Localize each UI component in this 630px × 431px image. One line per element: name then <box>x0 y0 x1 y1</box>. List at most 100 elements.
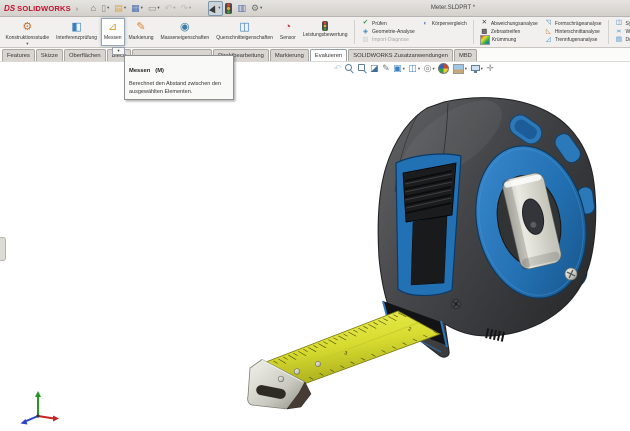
print-button[interactable]: ▭▾ <box>145 1 162 16</box>
zebrastreifen-icon: ▩ <box>480 29 489 36</box>
graphics-area[interactable] <box>0 62 630 431</box>
new-document-icon: ▯ <box>101 4 106 13</box>
ribbon-button-masseneigenschaften[interactable]: ◉Masseneigenschaften <box>157 18 213 46</box>
open-icon: ▤ <box>114 4 123 13</box>
ribbon-button-interferenzpruefung[interactable]: ◧Interferenzprüfung <box>53 18 101 46</box>
masseneigenschaften-label: Masseneigenschaften <box>161 35 210 41</box>
interferenzpruefung-icon: ◧ <box>71 21 81 34</box>
import-diagnose-icon: ▨ <box>361 37 370 44</box>
formschraegeanalyse-label: Formschrägeanalyse <box>555 21 602 27</box>
konstruktionsstudie-dropdown-arrow-icon[interactable]: ▾ <box>26 42 28 47</box>
hide-show-items-dropdown-arrow-icon[interactable]: ▾ <box>433 66 435 72</box>
leistungsbewertung-icon <box>322 21 328 31</box>
options-gear-button[interactable]: ⚙▾ <box>248 1 264 16</box>
view-orientation-button[interactable]: ▣▾ <box>393 64 405 73</box>
open-dropdown-arrow-icon[interactable]: ▾ <box>124 5 126 11</box>
ribbon-button-import-diagnose[interactable]: ▨Import-Diagnose <box>360 36 416 44</box>
file-properties-button[interactable]: ▥ <box>235 1 249 16</box>
redo-button[interactable]: ↷▾ <box>178 1 194 16</box>
ribbon-button-messen[interactable]: ⊿Messen <box>101 18 126 46</box>
ribbon-button-kruemmung[interactable]: Krümmung <box>479 36 539 45</box>
tab-solidworks-zusatzanwendungen[interactable]: SOLIDWORKS Zusatzanwendungen <box>348 49 453 61</box>
querschnitteigenschaften-label: Querschnitteigenschaften <box>216 35 273 41</box>
ribbon-button-markierung[interactable]: ✎Markierung <box>125 18 157 46</box>
previous-view-button[interactable]: ↶ <box>334 64 342 73</box>
tooltip-shortcut: (M) <box>155 68 164 74</box>
ribbon-button-hinterschnittanalyse[interactable]: ◺Hinterschnittanalyse <box>543 28 603 36</box>
ribbon-button-querschnitteigenschaften[interactable]: ◫Querschnitteigenschaften <box>213 18 277 46</box>
options-gear-dropdown-arrow-icon[interactable]: ▾ <box>260 5 262 11</box>
home-icon: ⌂ <box>91 4 96 13</box>
edit-appearance-button[interactable] <box>438 63 449 74</box>
symmetriepruefung-label: Symmetrieprüf <box>626 21 630 27</box>
apply-scene-dropdown-arrow-icon[interactable]: ▾ <box>465 66 467 72</box>
ribbon-button-sensor[interactable]: ◔Sensor <box>276 18 299 46</box>
section-view-button[interactable]: ◪ <box>370 64 379 73</box>
ribbon-button-leistungsbewertung[interactable]: Leistungsbewertung <box>299 18 351 46</box>
ribbon-button-symmetriepruefung[interactable]: ◫Symmetrieprüf <box>614 20 630 28</box>
home-button[interactable]: ⌂ <box>88 1 98 16</box>
display-style-button[interactable]: ◫▾ <box>408 64 420 73</box>
save-button[interactable]: ▦▾ <box>129 1 146 16</box>
tab-mbd-label: MBD <box>459 53 472 59</box>
open-button[interactable]: ▤▾ <box>112 1 129 16</box>
view-settings-icon <box>471 65 480 73</box>
tab-features[interactable]: Features <box>2 49 35 61</box>
symmetriepruefung-icon: ◫ <box>615 20 624 27</box>
import-diagnose-label: Import-Diagnose <box>372 37 409 43</box>
tab-evaluieren[interactable]: Evaluieren <box>310 49 347 61</box>
display-style-dropdown-arrow-icon[interactable]: ▾ <box>418 66 420 72</box>
tab-evaluieren-label: Evaluieren <box>315 53 342 59</box>
koerpervergleich-label: Körpervergleich <box>432 21 467 27</box>
ds-logo-mark: DS <box>4 4 15 13</box>
save-dropdown-arrow-icon[interactable]: ▾ <box>141 5 143 11</box>
view-orientation-dropdown-arrow-icon[interactable]: ▾ <box>403 66 405 72</box>
ribbon-button-koerpervergleich[interactable]: ◐Körpervergleich <box>420 20 468 29</box>
apply-scene-button[interactable]: ▾ <box>453 64 467 74</box>
undo-dropdown-arrow-icon[interactable]: ▾ <box>173 5 175 11</box>
redo-dropdown-arrow-icon[interactable]: ▾ <box>189 5 191 11</box>
ribbon-button-trennfugenanalyse[interactable]: ◿Trennfugenanalyse <box>543 36 603 44</box>
tab-mbd[interactable]: MBD <box>454 49 477 61</box>
abweichungsanalyse-label: Abweichungsanalyse <box>491 21 538 27</box>
pan-3d-icon: ✛ <box>486 64 494 73</box>
abweichungsanalyse-icon: ✕ <box>480 20 489 27</box>
zoom-to-area-icon <box>358 64 367 73</box>
rebuild-traffic-light-button[interactable] <box>223 1 235 16</box>
hide-show-items-button[interactable]: ◎▾ <box>424 64 435 73</box>
ribbon-button-konstruktionsstudie[interactable]: ⚙Konstruktionsstudie▾ <box>2 18 53 46</box>
new-document-dropdown-arrow-icon[interactable]: ▾ <box>107 5 109 11</box>
new-document-button[interactable]: ▯▾ <box>99 1 112 16</box>
tab-markierung[interactable]: Markierung <box>270 49 309 61</box>
solidworks-logo[interactable]: DS SOLIDWORKS › <box>4 4 78 13</box>
zoom-to-area-button[interactable] <box>358 64 367 73</box>
ribbon-button-abweichungsanalyse[interactable]: ✕Abweichungsanalyse <box>479 20 539 28</box>
undo-icon: ↶ <box>165 4 173 13</box>
solidworks-window: { "window": { "title": "Meter.SLDPRT *" … <box>0 0 630 431</box>
pan-3d-button[interactable]: ✛ <box>486 64 494 73</box>
messen-dropdown-expander[interactable]: ▾ <box>112 47 125 55</box>
select-cursor-button[interactable]: ▶▾ <box>208 1 223 16</box>
dynamic-annotation-views-button[interactable]: ✎ <box>382 64 390 73</box>
tab-oberflaechen[interactable]: Oberflächen <box>64 49 106 61</box>
koerpervergleich-icon: ◐ <box>421 21 430 28</box>
tab-skizze[interactable]: Skizze <box>36 49 63 61</box>
ribbon-button-pruefen[interactable]: ✔Prüfen <box>360 20 416 28</box>
undo-button[interactable]: ↶▾ <box>162 1 178 16</box>
view-settings-button[interactable]: ▾ <box>471 65 483 73</box>
ribbon-button-geometrie-analyse[interactable]: ◈Geometrie-Analyse <box>360 28 416 36</box>
print-dropdown-arrow-icon[interactable]: ▾ <box>157 5 159 11</box>
zoom-to-fit-button[interactable] <box>345 64 354 73</box>
feature-tree-collapsed-tab[interactable] <box>0 237 6 261</box>
ribbon-group-separator <box>473 20 474 44</box>
menu-bar: DS SOLIDWORKS › ⌂▯▾▤▾▦▾▭▾↶▾↷▾▶▾▥⚙▾ Meter… <box>0 0 630 17</box>
menu-expand-arrow-icon[interactable]: › <box>76 6 78 13</box>
ribbon-group-separator <box>608 20 609 44</box>
tooltip-body: Berechnet den Abstand zwischen den ausge… <box>129 80 229 97</box>
ribbon-button-wanddickenanalyse[interactable]: ≍Wanddicken-A <box>614 28 630 36</box>
ribbon-button-formschraegeanalyse[interactable]: ◹Formschrägeanalyse <box>543 20 603 28</box>
heads-up-view-toolbar: ↶◪✎▣▾◫▾◎▾▾▾✛ <box>334 63 494 74</box>
view-settings-dropdown-arrow-icon[interactable]: ▾ <box>481 66 483 72</box>
ribbon-button-dokumente[interactable]: ▤Dokumente ve <box>614 36 630 44</box>
messen-label: Messen <box>104 35 122 41</box>
